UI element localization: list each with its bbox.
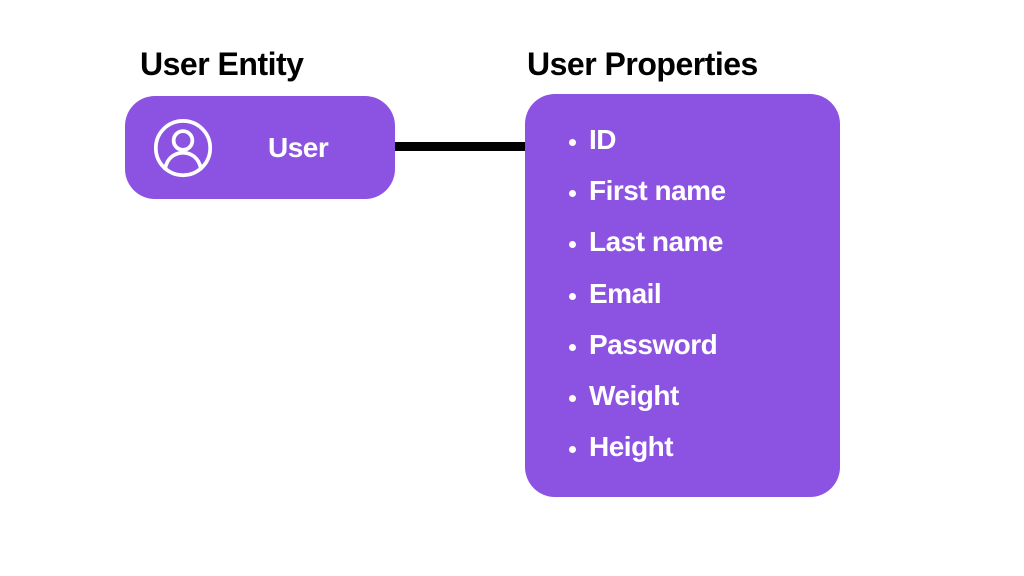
list-item: Email: [589, 268, 840, 319]
entity-heading: User Entity: [140, 46, 303, 83]
user-icon: [153, 118, 213, 178]
connector-line: [395, 142, 525, 151]
entity-box: User: [125, 96, 395, 199]
list-item: Password: [589, 319, 840, 370]
properties-heading: User Properties: [527, 46, 758, 83]
entity-label: User: [268, 132, 328, 164]
properties-list: ID First name Last name Email Password W…: [561, 114, 840, 473]
list-item: Last name: [589, 216, 840, 267]
list-item: Weight: [589, 370, 840, 421]
list-item: ID: [589, 114, 840, 165]
list-item: Height: [589, 421, 840, 472]
properties-box: ID First name Last name Email Password W…: [525, 94, 840, 497]
list-item: First name: [589, 165, 840, 216]
